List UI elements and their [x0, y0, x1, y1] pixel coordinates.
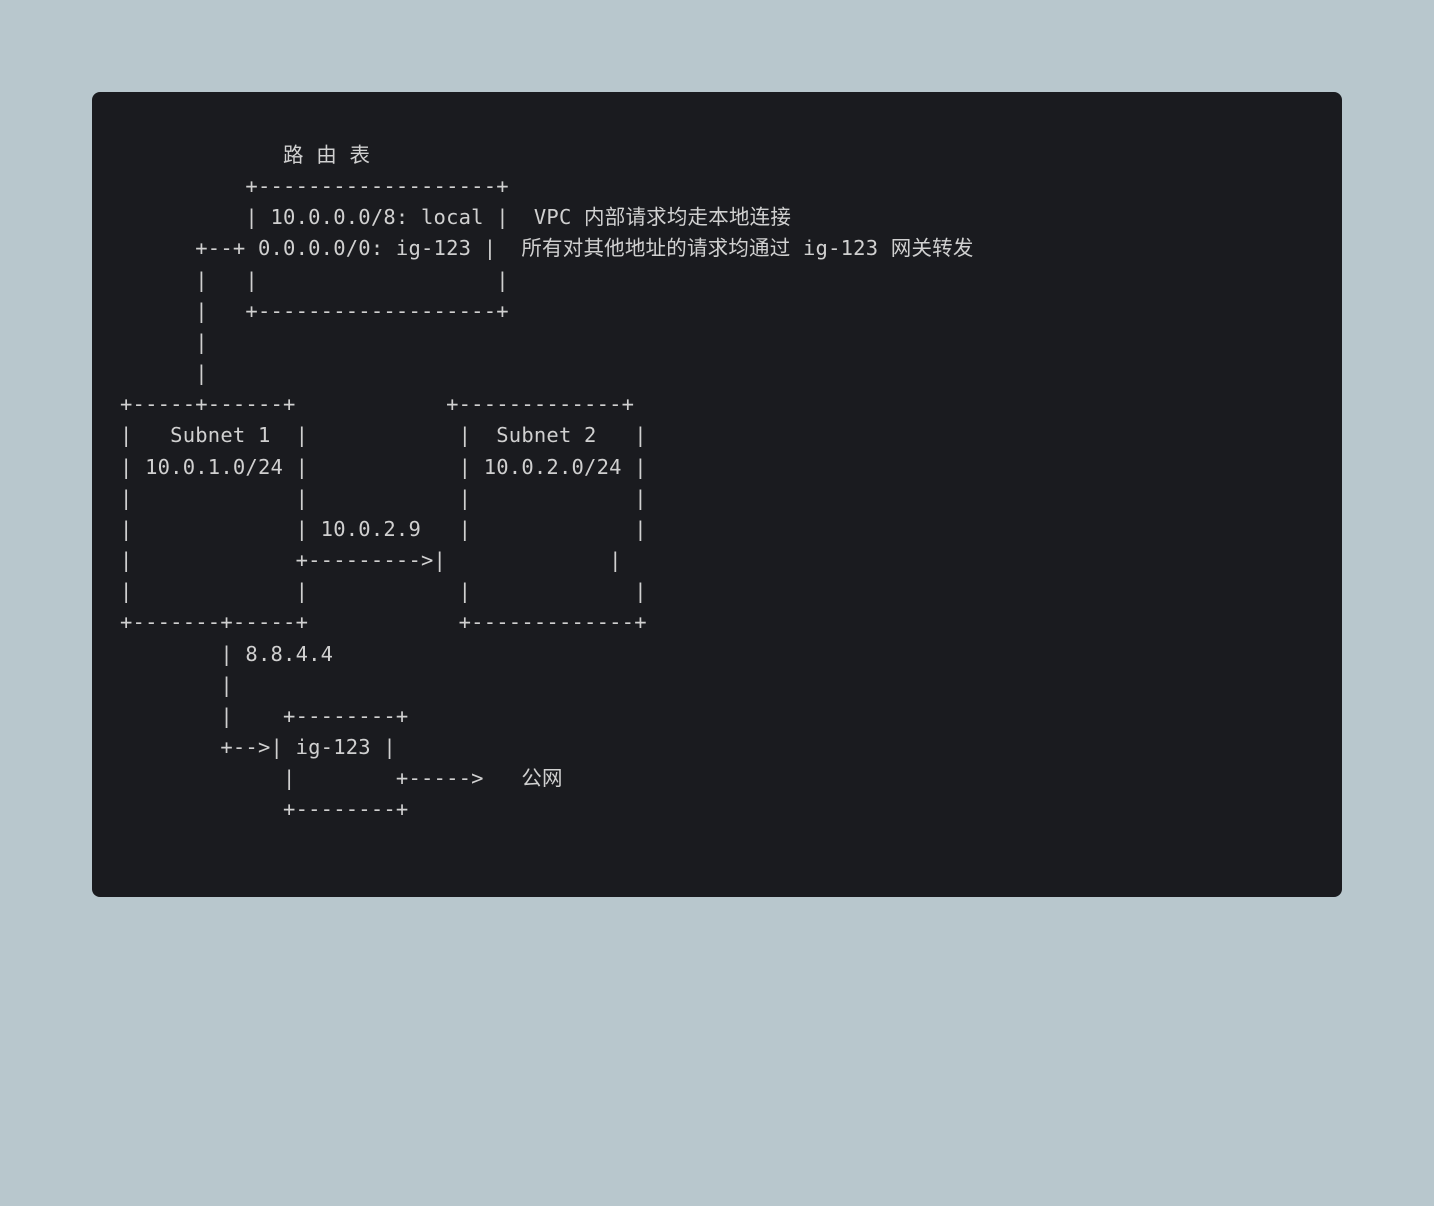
terminal-panel: 路 由 表 +-------------------+ | 10.0.0.0/8… [92, 92, 1342, 897]
ascii-diagram: 路 由 表 +-------------------+ | 10.0.0.0/8… [120, 140, 1314, 825]
